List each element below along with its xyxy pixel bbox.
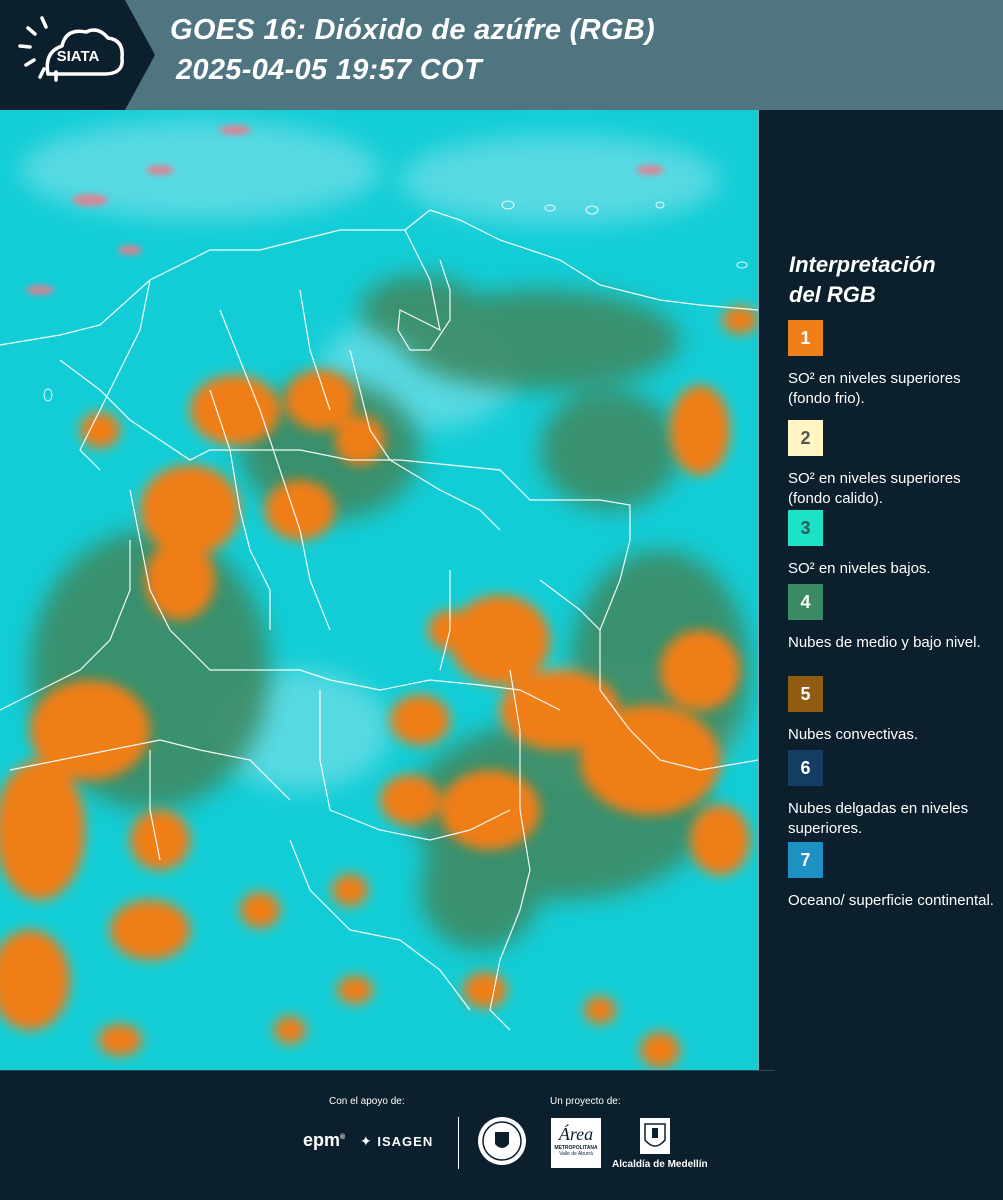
area-metropolitana-logo: Área METROPOLITANA Valle de Aburrá	[551, 1118, 601, 1168]
alcaldia-text: Alcaldía de Medellín	[612, 1159, 708, 1170]
legend-item: 7 Oceano/ superficie continental.	[788, 842, 998, 911]
legend-item: 2 SO² en niveles superiores (fondo calido…	[788, 420, 998, 509]
page-timestamp: 2025-04-05 19:57 COT	[176, 54, 482, 86]
siata-logo: SIATA	[0, 0, 155, 110]
legend-swatch: 6	[788, 750, 823, 786]
legend-swatch: 7	[788, 842, 823, 878]
header-bar: SIATA GOES 16: Dióxido de azúfre (RGB) 2…	[0, 0, 1003, 110]
legend-description: SO² en niveles bajos.	[788, 560, 931, 577]
satellite-map	[0, 110, 759, 1070]
legend-swatch: 1	[788, 320, 823, 356]
logo-text: SIATA	[57, 48, 100, 65]
legend-description: SO² en niveles superiores (fondo calido)…	[788, 470, 961, 507]
area-sub2: Valle de Aburrá	[559, 1151, 593, 1157]
legend-item: 1 SO² en niveles superiores (fondo frio).	[788, 320, 998, 409]
legend-swatch: 2	[788, 420, 823, 456]
legend-panel: Interpretación del RGB 1 SO² en niveles s…	[759, 110, 1003, 1070]
page-title: GOES 16: Dióxido de azúfre (RGB)	[170, 14, 655, 46]
legend-item: 4 Nubes de medio y bajo nivel.	[788, 584, 998, 653]
isagen-text: ISAGEN	[377, 1134, 434, 1149]
legend-swatch: 3	[788, 510, 823, 546]
legend-title-line1: Interpretación	[789, 252, 936, 277]
legend-description: Nubes convectivas.	[788, 726, 919, 743]
legend-swatch: 4	[788, 584, 823, 620]
legend-title: Interpretación del RGB	[789, 250, 999, 310]
alcaldia-shield-icon	[640, 1118, 670, 1154]
area-name: Área	[558, 1124, 594, 1144]
epm-logo: epm®	[303, 1130, 346, 1150]
legend-item: 6 Nubes delgadas en niveles superiores.	[788, 750, 998, 839]
support-label: Con el apoyo de:	[329, 1096, 405, 1107]
legend-item: 3 SO² en niveles bajos.	[788, 510, 998, 579]
footer-separator	[0, 1070, 775, 1071]
satellite-image	[0, 110, 758, 1070]
medellin-seal	[477, 1116, 527, 1171]
legend-item: 5 Nubes convectivas.	[788, 676, 998, 745]
footer-divider	[458, 1117, 459, 1169]
project-label: Un proyecto de:	[550, 1096, 621, 1107]
legend-description: Nubes delgadas en niveles superiores.	[788, 800, 969, 837]
epm-text: epm	[303, 1130, 341, 1150]
legend-description: Nubes de medio y bajo nivel.	[788, 634, 981, 651]
legend-swatch: 5	[788, 676, 823, 712]
isagen-logo: ✦ ISAGEN	[360, 1133, 433, 1150]
legend-description: Oceano/ superficie continental.	[788, 892, 994, 909]
legend-title-line2: del RGB	[789, 282, 876, 307]
footer: Con el apoyo de: Un proyecto de: epm® ✦ …	[0, 1070, 1003, 1200]
isagen-icon: ✦	[360, 1133, 373, 1149]
legend-description: SO² en niveles superiores (fondo frio).	[788, 370, 961, 407]
